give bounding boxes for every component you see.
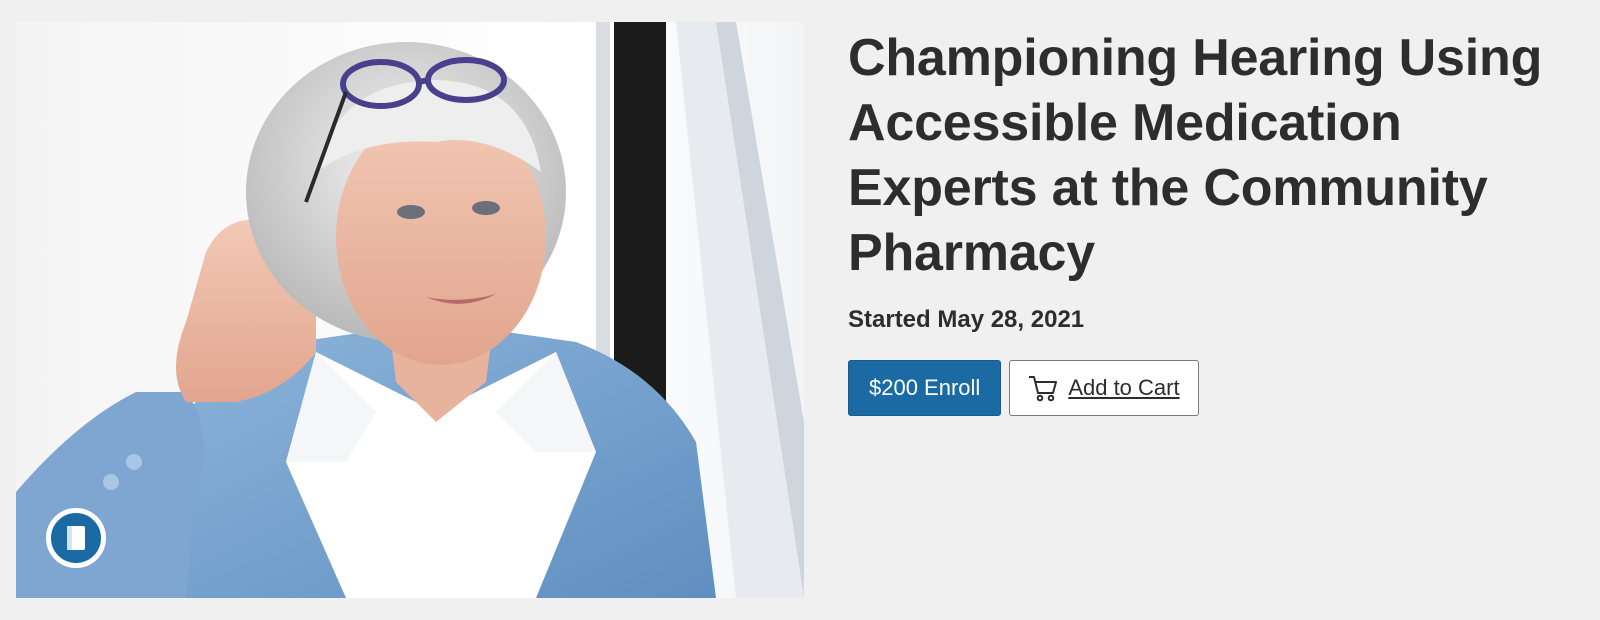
course-type-badge [46, 508, 106, 568]
course-card: Championing Hearing Using Accessible Med… [0, 0, 1600, 620]
add-to-cart-label: Add to Cart [1068, 375, 1180, 400]
enroll-button[interactable]: $200 Enroll [848, 360, 1002, 416]
course-title[interactable]: Championing Hearing Using Accessible Med… [848, 26, 1588, 286]
course-start-date: Started May 28, 2021 [848, 306, 1085, 333]
cart-icon [1029, 376, 1058, 402]
course-actions: $200 Enroll Add to Cart [848, 360, 1588, 416]
add-to-cart-button[interactable]: Add to Cart [1009, 360, 1199, 416]
book-icon [67, 526, 85, 550]
course-photo [16, 22, 804, 598]
course-image[interactable] [16, 22, 804, 598]
course-info: Championing Hearing Using Accessible Med… [848, 26, 1588, 416]
